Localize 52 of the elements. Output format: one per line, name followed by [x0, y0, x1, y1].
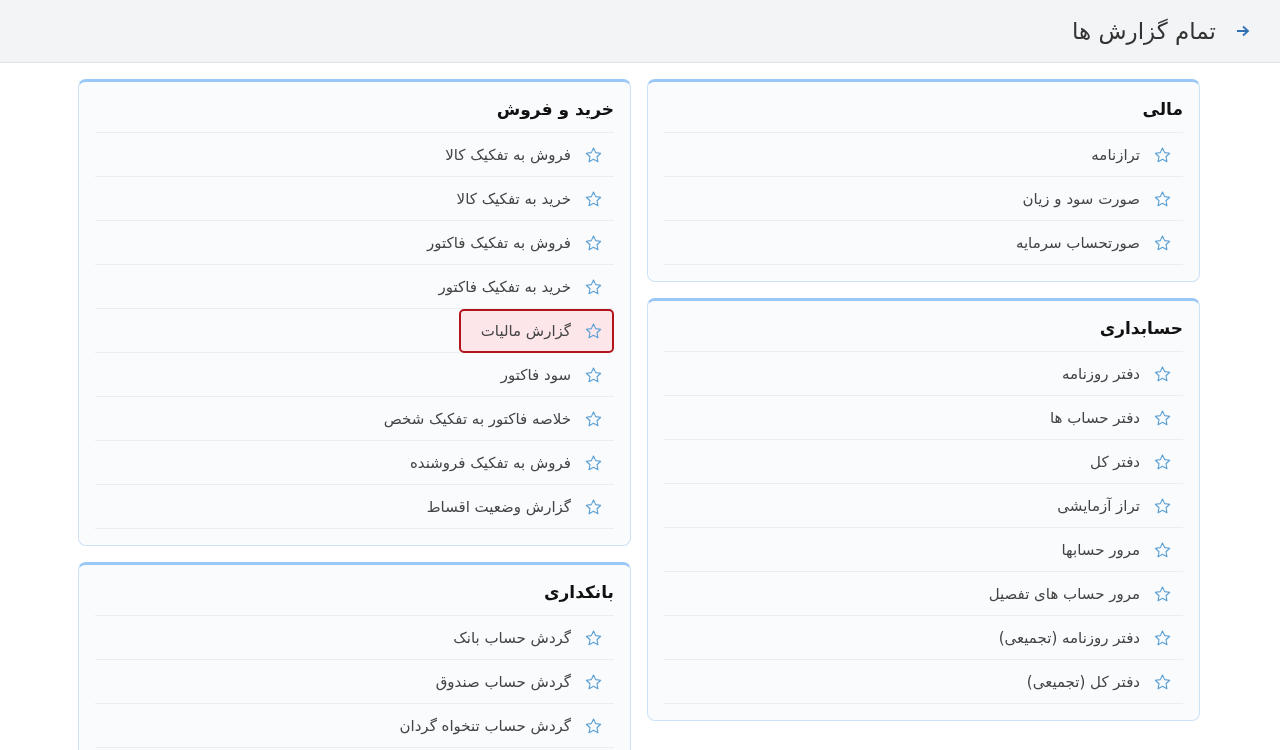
star-icon [1154, 497, 1171, 514]
report-link[interactable]: مرور حسابها [1049, 528, 1183, 571]
report-link[interactable]: خرید به تفکیک فاکتور [426, 265, 614, 308]
report-link[interactable]: فروش به تفکیک فروشنده [397, 441, 614, 484]
star-icon [585, 278, 602, 295]
report-link[interactable]: خلاصه فاکتور به تفکیک شخص [371, 397, 614, 440]
star-icon [585, 673, 602, 690]
report-link[interactable]: صورتحساب سرمایه [1003, 221, 1183, 264]
star-icon [585, 366, 602, 383]
report-link[interactable]: گزارش مالیات [458, 308, 614, 353]
report-link[interactable]: خرید به تفکیک کالا [444, 177, 614, 220]
report-link[interactable]: سود فاکتور [488, 353, 614, 396]
report-link[interactable]: دفتر حساب ها [1038, 396, 1183, 439]
star-icon [1154, 541, 1171, 558]
star-icon [1154, 585, 1171, 602]
star-icon [585, 234, 602, 251]
card-title: خرید و فروش [95, 82, 614, 133]
star-icon [1154, 629, 1171, 646]
report-link[interactable]: ترازنامه [1079, 133, 1183, 176]
report-link[interactable]: گردش حساب تنخواه گردان [387, 704, 614, 747]
report-link[interactable]: گزارش وضعیت اقساط [414, 485, 614, 528]
star-icon [1154, 190, 1171, 207]
report-link[interactable]: فروش به تفکیک فاکتور [415, 221, 614, 264]
report-link[interactable]: دفتر روزنامه [1050, 352, 1183, 395]
star-icon [585, 454, 602, 471]
star-icon [585, 190, 602, 207]
report-link[interactable]: دفتر کل (تجمیعی) [1014, 660, 1183, 703]
star-icon [585, 498, 602, 515]
card-title: بانکداری [95, 565, 614, 616]
report-link[interactable]: دفتر کل [1078, 440, 1183, 483]
star-icon [585, 717, 602, 734]
star-icon [585, 410, 602, 427]
report-link[interactable]: گردش حساب صندوق [423, 660, 614, 703]
star-icon [1154, 453, 1171, 470]
star-icon [1154, 146, 1171, 163]
star-icon [585, 146, 602, 163]
report-link[interactable]: فروش به تفکیک کالا [433, 133, 614, 176]
report-link[interactable]: دفتر روزنامه (تجمیعی) [986, 616, 1183, 659]
card-title: مالی [664, 82, 1183, 133]
star-icon [1154, 673, 1171, 690]
card-title: حسابداری [664, 301, 1183, 352]
star-icon [585, 322, 602, 339]
star-icon [1154, 365, 1171, 382]
star-icon [1154, 409, 1171, 426]
back-arrow-icon[interactable] [1236, 25, 1250, 37]
report-link[interactable]: مرور حساب های تفصیل [976, 572, 1183, 615]
report-link[interactable]: تراز آزمایشی [1045, 484, 1183, 527]
report-link[interactable]: گردش حساب بانک [441, 616, 614, 659]
report-link[interactable]: صورت سود و زیان [1010, 177, 1183, 220]
page-title: تمام گزارش ها [1072, 18, 1216, 44]
star-icon [1154, 234, 1171, 251]
star-icon [585, 629, 602, 646]
